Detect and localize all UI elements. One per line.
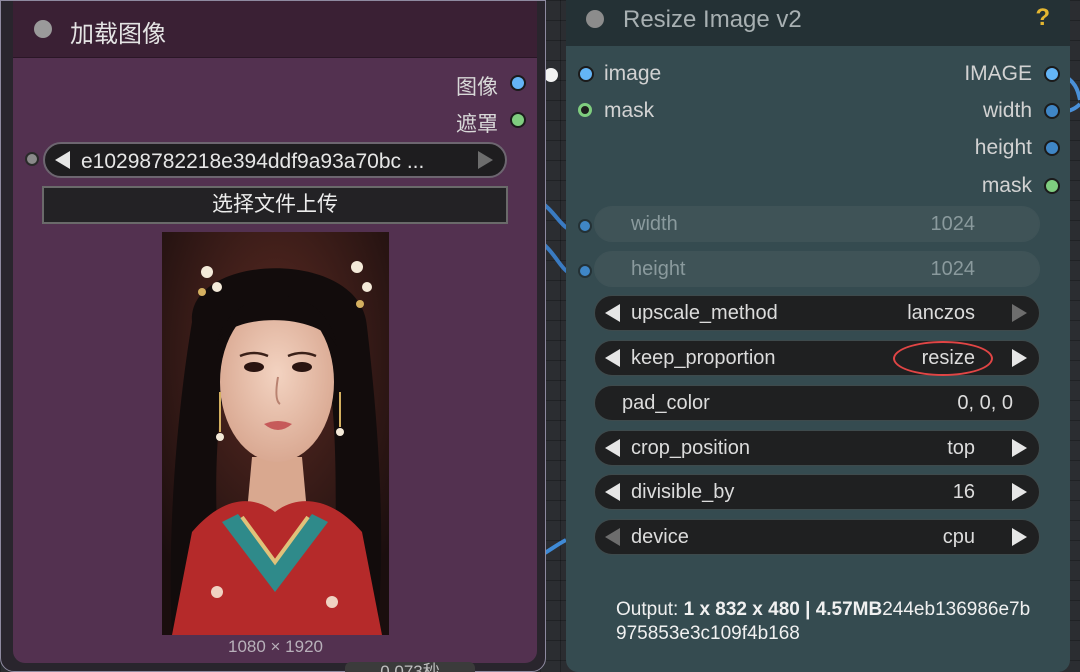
device-value: cpu: [942, 526, 975, 548]
output-slot-image-dot[interactable]: [510, 75, 526, 91]
prev-arrow-icon[interactable]: [605, 304, 620, 322]
output-slot-height-dot[interactable]: [1044, 140, 1060, 156]
pad-color-value: 0, 0, 0: [957, 392, 1013, 414]
image-preview: [162, 232, 389, 635]
divisible-by-value: 16: [952, 481, 975, 503]
crop-position-label: crop_position: [631, 437, 750, 459]
device-select[interactable]: device cpu: [594, 519, 1040, 555]
input-slot-mask-dot[interactable]: [578, 103, 592, 117]
output-label-image: IMAGE: [964, 62, 1032, 85]
annotation-highlight-ellipse: [893, 341, 993, 376]
prev-arrow-icon[interactable]: [605, 528, 620, 546]
input-label-mask: mask: [604, 99, 655, 122]
keep-proportion-label: keep_proportion: [631, 347, 776, 369]
collapse-dot-icon[interactable]: [586, 10, 604, 28]
next-arrow-icon[interactable]: [1012, 528, 1027, 546]
crop-position-value: top: [947, 437, 975, 459]
execution-time-badge: 0.073秒: [345, 662, 475, 672]
next-arrow-icon[interactable]: [1012, 349, 1027, 367]
divisible-by-input[interactable]: divisible_by 16: [594, 474, 1040, 510]
portrait-illustration: [162, 232, 389, 635]
next-arrow-icon[interactable]: [1012, 439, 1027, 457]
upscale-method-select[interactable]: upscale_method lanczos: [594, 295, 1040, 331]
node-title: 加载图像: [70, 21, 166, 48]
image-dimensions: 1080 × 1920: [227, 637, 323, 656]
width-value: 1024: [930, 213, 976, 235]
output-slot-image-dot[interactable]: [1044, 66, 1060, 82]
load-image-body: 加载图像 图像 遮罩 e10298782218e394ddf9a93a70bc …: [13, 1, 537, 663]
output-label-mask: mask: [981, 174, 1032, 197]
output-label-height: height: [974, 136, 1032, 159]
collapse-dot-icon[interactable]: [34, 20, 52, 38]
prev-arrow-icon[interactable]: [55, 151, 70, 169]
decrement-arrow-icon[interactable]: [605, 483, 620, 501]
height-label: height: [631, 258, 686, 280]
prev-arrow-icon[interactable]: [605, 439, 620, 457]
increment-arrow-icon[interactable]: [1012, 483, 1027, 501]
height-input-dot[interactable]: [578, 264, 592, 278]
output-prefix: Output:: [616, 599, 684, 620]
width-input-dot[interactable]: [578, 219, 592, 233]
output-info: Output: 1 x 832 x 480 | 4.57MB244eb13698…: [616, 598, 1036, 646]
pad-color-input[interactable]: pad_color 0, 0, 0: [594, 385, 1040, 421]
input-label-image: image: [604, 62, 662, 85]
load-image-node[interactable]: 加载图像 图像 遮罩 e10298782218e394ddf9a93a70bc …: [0, 0, 546, 672]
help-icon[interactable]: ?: [1035, 4, 1050, 32]
divisible-by-label: divisible_by: [631, 481, 735, 503]
output-label-mask: 遮罩: [456, 113, 498, 136]
device-label: device: [631, 526, 689, 548]
next-arrow-icon[interactable]: [478, 151, 493, 169]
upload-file-button[interactable]: 选择文件上传: [42, 186, 508, 224]
upscale-method-label: upscale_method: [631, 302, 778, 324]
node-title: Resize Image v2: [623, 6, 802, 33]
link-midpoint: [544, 68, 558, 82]
upscale-method-value: lanczos: [907, 302, 975, 324]
output-slot-mask-dot[interactable]: [510, 112, 526, 128]
load-image-title-bar[interactable]: 加载图像: [13, 1, 537, 58]
width-label: width: [631, 213, 678, 235]
output-slot-width-dot[interactable]: [1044, 103, 1060, 119]
image-file-select[interactable]: e10298782218e394ddf9a93a70bc ...: [43, 142, 507, 178]
height-value: 1024: [930, 258, 976, 280]
output-label-width: width: [982, 99, 1032, 122]
node-canvas[interactable]: 加载图像 图像 遮罩 e10298782218e394ddf9a93a70bc …: [0, 0, 1080, 672]
width-widget: width 1024: [594, 206, 1040, 242]
prev-arrow-icon[interactable]: [605, 349, 620, 367]
next-arrow-icon[interactable]: [1012, 304, 1027, 322]
input-slot-image-dot[interactable]: [578, 66, 594, 82]
output-dimensions: 1 x 832 x 480 | 4.57MB: [683, 599, 883, 620]
output-label-image: 图像: [456, 76, 498, 99]
image-file-value: e10298782218e394ddf9a93a70bc ...: [81, 150, 425, 173]
image-input-slot-dot[interactable]: [25, 152, 39, 166]
resize-image-node[interactable]: Resize Image v2 ? image mask IMAGE width…: [566, 0, 1070, 672]
crop-position-select[interactable]: crop_position top: [594, 430, 1040, 466]
output-slot-mask-dot[interactable]: [1044, 178, 1060, 194]
height-widget: height 1024: [594, 251, 1040, 287]
resize-title-bar[interactable]: Resize Image v2 ?: [566, 0, 1070, 46]
pad-color-label: pad_color: [622, 392, 710, 414]
